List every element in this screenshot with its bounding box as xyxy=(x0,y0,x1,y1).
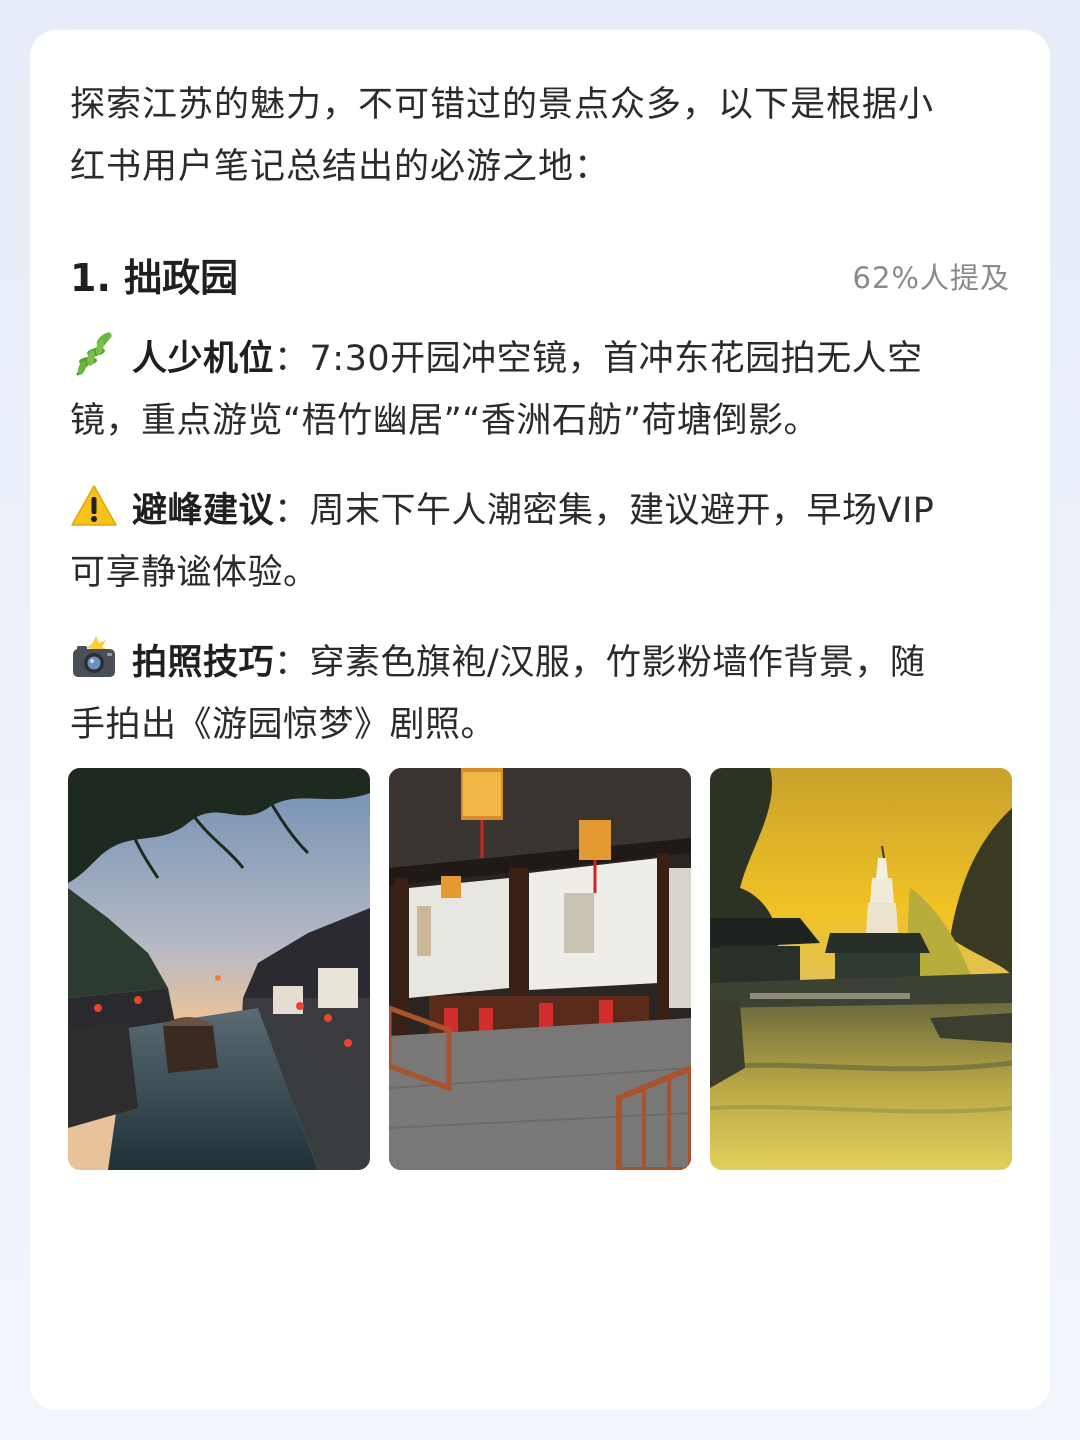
attraction-title: 1. 拙政园 xyxy=(70,256,239,300)
mention-percentage[interactable]: 62%人提及 xyxy=(853,258,1010,298)
tip-colon: ： xyxy=(274,491,310,531)
tip-crowd-free-spot: 人少机位：7:30开园冲空镜，首冲东花园拍无人空 镜，重点游览“梧竹幽居”“香洲… xyxy=(70,328,1020,452)
intro-text: 探索江苏的魅力，不可错过的景点众多，以下是根据小 红书用户笔记总结出的必游之地： xyxy=(70,74,1010,198)
camera-flash-icon xyxy=(73,636,115,677)
pagoda-pond-sunset-photo[interactable] xyxy=(710,768,1012,1170)
tip-text: 穿素色旗袍/汉服，竹影粉墙作背景，随 xyxy=(309,643,926,683)
intro-line: 探索江苏的魅力，不可错过的景点众多，以下是根据小 xyxy=(70,85,935,125)
answer-card: 探索江苏的魅力，不可错过的景点众多，以下是根据小 红书用户笔记总结出的必游之地：… xyxy=(30,30,1050,1410)
warning-icon xyxy=(71,485,117,526)
tip-line: 拍照技巧：穿素色旗袍/汉服，竹影粉墙作背景，随 xyxy=(70,632,1020,694)
tip-text: 7:30开园冲空镜，首冲东花园拍无人空 xyxy=(309,339,923,379)
canal-town-dusk-photo[interactable] xyxy=(68,768,370,1170)
photo-gallery xyxy=(68,768,1013,1170)
herb-icon xyxy=(76,332,112,376)
tip-text-continued: 可享静谧体验。 xyxy=(70,553,319,593)
tip-colon: ： xyxy=(274,339,310,379)
tip-label: 人少机位 xyxy=(132,339,275,379)
tip-line: 人少机位：7:30开园冲空镜，首冲东花园拍无人空 xyxy=(70,328,1020,390)
tip-line: 避峰建议：周末下午人潮密集，建议避开，早场VIP xyxy=(70,480,1020,542)
tip-text-continued: 镜，重点游览“梧竹幽居”“香洲石舫”荷塘倒影。 xyxy=(70,401,820,441)
tip-text: 周末下午人潮密集，建议避开，早场VIP xyxy=(309,491,935,531)
tip-label: 避峰建议 xyxy=(132,491,275,531)
tip-label: 拍照技巧 xyxy=(132,643,275,683)
attraction-heading-row: 1. 拙政园 62%人提及 xyxy=(70,248,1010,308)
garden-hall-interior-photo[interactable] xyxy=(389,768,691,1170)
tip-avoid-peak: 避峰建议：周末下午人潮密集，建议避开，早场VIP 可享静谧体验。 xyxy=(70,480,1020,604)
tip-colon: ： xyxy=(274,643,310,683)
tip-text-continued: 手拍出《游园惊梦》剧照。 xyxy=(70,705,497,745)
tip-photo-tricks: 拍照技巧：穿素色旗袍/汉服，竹影粉墙作背景，随 手拍出《游园惊梦》剧照。 xyxy=(70,632,1020,756)
intro-line: 红书用户笔记总结出的必游之地： xyxy=(70,147,611,187)
